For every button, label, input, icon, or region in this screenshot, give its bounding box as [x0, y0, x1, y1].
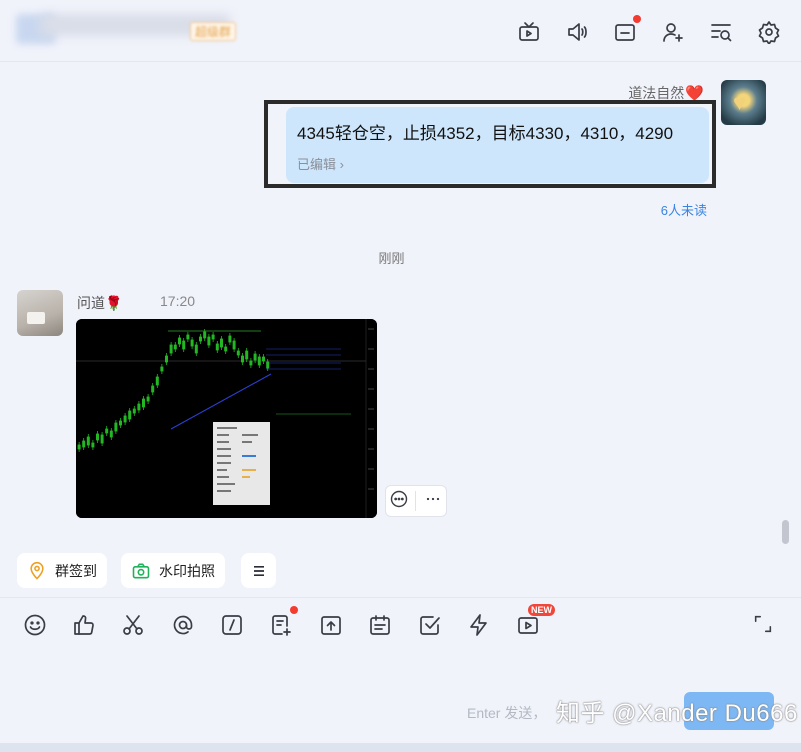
notification-dot	[289, 606, 298, 614]
heart-avatar-icon: ♥	[733, 90, 747, 115]
watermark-camera-button[interactable]: 水印拍照	[121, 553, 225, 588]
chat-window: 超级群 道法自然❤️ ♥ 4345轻仓空，止损4352，目标4330，4310，…	[0, 0, 801, 752]
scissors-icon[interactable]	[121, 612, 146, 637]
chart-screenshot-image[interactable]	[76, 319, 377, 518]
message-text: 4345轻仓空，止损4352，目标4330，4310，4290	[297, 124, 674, 143]
location-pin-icon	[30, 561, 44, 580]
divider	[415, 491, 417, 511]
volume-icon[interactable]	[563, 18, 591, 46]
enter-hint: Enter 发送，	[467, 705, 547, 721]
my-avatar[interactable]: ♥	[721, 80, 766, 125]
upload-icon[interactable]	[318, 612, 343, 637]
group-badge: 超级群	[190, 22, 237, 41]
button-label: 群签到	[55, 562, 97, 579]
input-toolbar	[0, 597, 801, 752]
chat-header: 超级群	[0, 0, 801, 62]
time-divider: 刚刚	[378, 251, 405, 266]
other-avatar[interactable]	[17, 290, 63, 336]
at-icon[interactable]	[170, 612, 195, 637]
search-list-icon[interactable]	[707, 18, 735, 46]
settings-icon[interactable]	[755, 18, 783, 46]
camera-icon	[132, 563, 150, 578]
expand-icon[interactable]	[752, 613, 776, 637]
sender-name-text: 道法自然	[628, 85, 685, 101]
message-time: 17:20	[160, 293, 196, 309]
thumbs-up-icon[interactable]	[71, 612, 96, 637]
checkbox-icon[interactable]	[417, 612, 442, 637]
doc-plus-icon[interactable]	[269, 606, 298, 637]
scrollbar-thumb[interactable]	[782, 520, 789, 544]
sender-name-text: 问道	[77, 295, 105, 311]
candlestick-chart-picture	[76, 319, 377, 518]
my-message-bubble[interactable]: 4345轻仓空，止损4352，目标4330，4310，4290 已编辑 ›	[286, 107, 709, 183]
notification-dot	[633, 15, 641, 23]
comment-icon[interactable]	[389, 489, 409, 514]
other-sender-name: 问道🌹	[77, 293, 122, 313]
lightning-icon[interactable]	[467, 612, 492, 637]
more-icon[interactable]	[423, 489, 443, 514]
todo-icon[interactable]	[611, 15, 641, 46]
watermark-text: 知乎 @Xander Du666	[556, 700, 798, 727]
slash-command-icon[interactable]	[220, 612, 245, 637]
header-toolbar	[515, 15, 783, 46]
emoji-icon[interactable]	[22, 612, 47, 637]
more-actions-button[interactable]	[241, 553, 276, 588]
message-actions	[385, 485, 447, 517]
tool-row	[22, 606, 541, 637]
tv-icon[interactable]	[515, 18, 543, 46]
add-user-icon[interactable]	[659, 18, 687, 46]
button-label: 水印拍照	[159, 562, 215, 579]
menu-icon	[253, 565, 264, 576]
bottom-border	[0, 743, 801, 752]
calendar-icon[interactable]	[368, 612, 393, 637]
edited-link[interactable]: 已编辑 ›	[297, 154, 344, 173]
unread-count[interactable]: 6人未读	[661, 200, 707, 219]
new-badge: NEW	[528, 604, 555, 616]
rose-emoji: 🌹	[105, 295, 123, 311]
group-checkin-button[interactable]: 群签到	[17, 553, 107, 588]
